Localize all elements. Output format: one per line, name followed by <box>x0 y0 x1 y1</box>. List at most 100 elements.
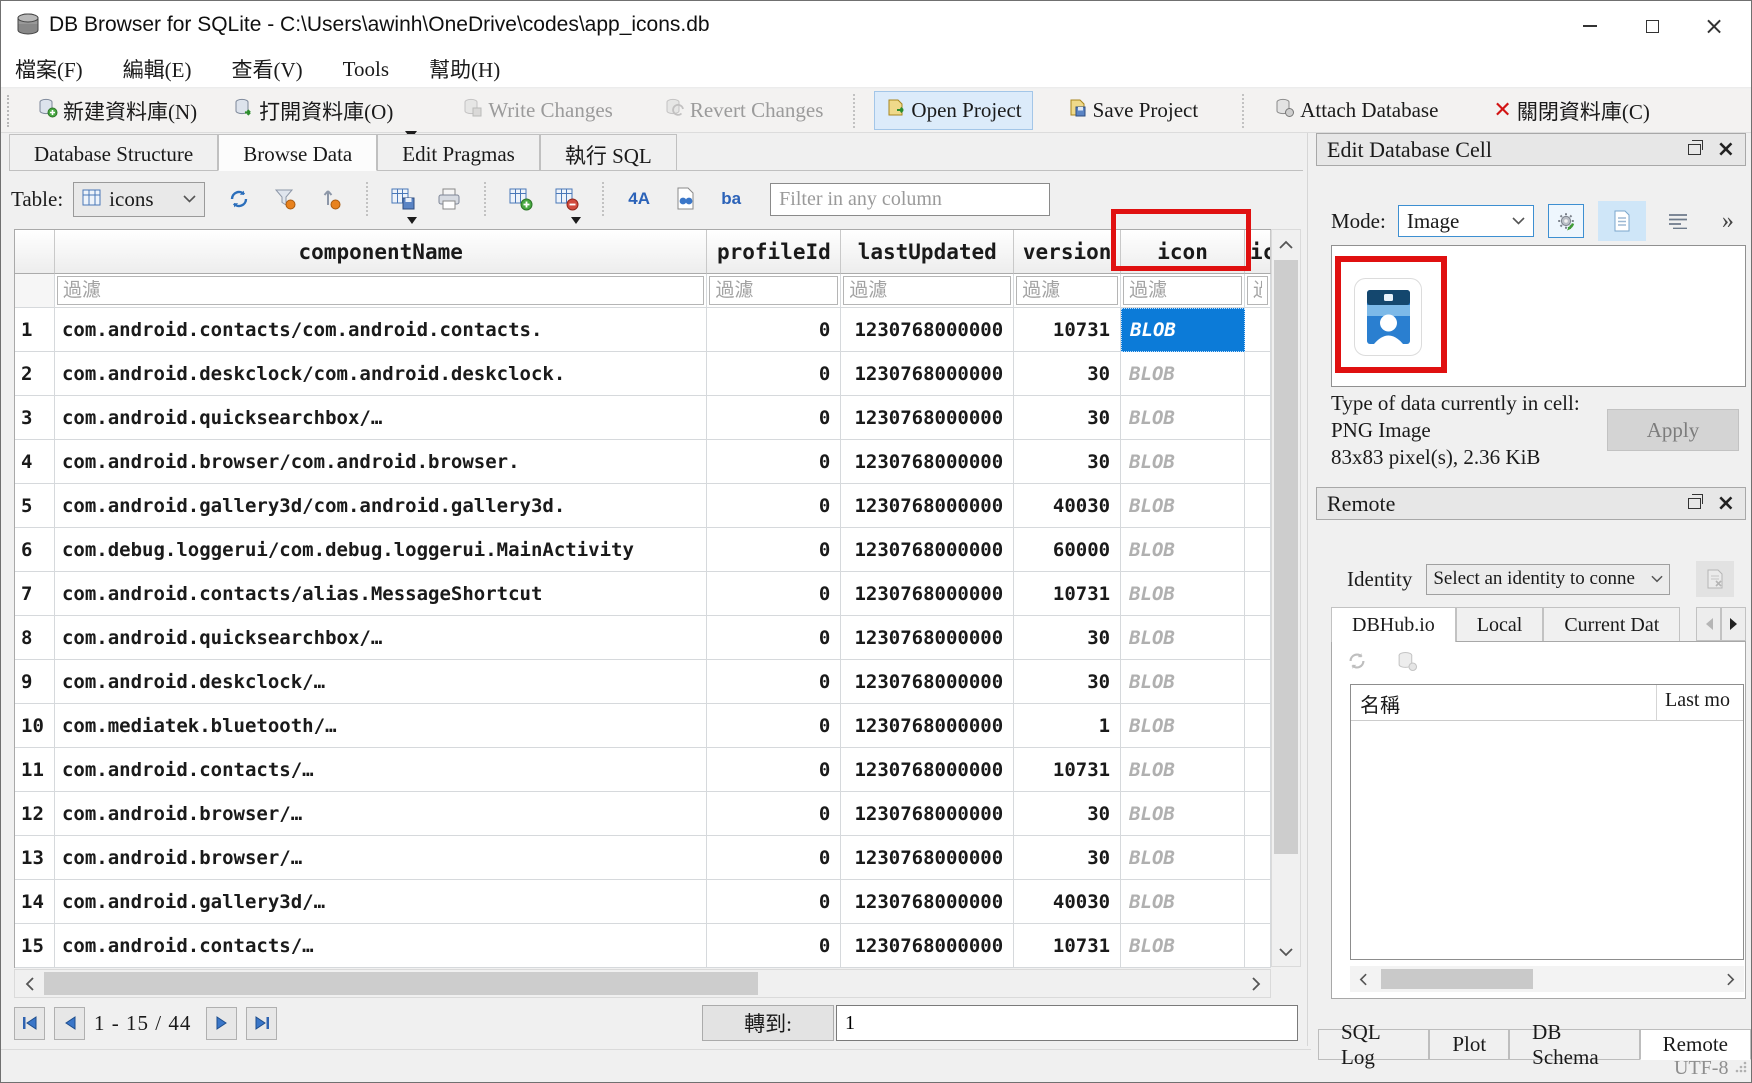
close-panel-icon[interactable]: × <box>1717 493 1735 515</box>
scroll-down-icon[interactable] <box>1272 938 1300 966</box>
filter-input-icon[interactable] <box>1123 276 1242 305</box>
cell-lastUpdated[interactable]: 1230768000000 <box>841 704 1014 748</box>
cell-lastUpdated[interactable]: 1230768000000 <box>841 440 1014 484</box>
cell-clipped[interactable] <box>1245 396 1271 440</box>
corner-header-cell[interactable] <box>15 230 55 274</box>
first-page-button[interactable] <box>14 1007 45 1040</box>
menu-item-2[interactable]: 查看(V) <box>232 54 303 84</box>
close-button[interactable]: × <box>1683 1 1745 51</box>
dock-tab-plot[interactable]: Plot <box>1429 1029 1509 1060</box>
cell-componentName[interactable]: com.mediatek.bluetooth/… <box>55 704 707 748</box>
filter-input-componentName[interactable] <box>57 276 704 305</box>
row-number[interactable]: 1 <box>15 308 55 352</box>
cell-componentName[interactable]: com.android.browser/com.android.browser. <box>55 440 707 484</box>
goto-record-button[interactable]: 轉到: <box>702 1005 834 1041</box>
cell-version[interactable]: 40030 <box>1014 484 1121 528</box>
menu-item-1[interactable]: 編輯(E) <box>123 54 192 84</box>
cell-version[interactable]: 30 <box>1014 440 1121 484</box>
row-number[interactable]: 7 <box>15 572 55 616</box>
previous-page-button[interactable] <box>54 1007 85 1040</box>
row-number[interactable]: 12 <box>15 792 55 836</box>
identity-select[interactable]: Select an identity to conne <box>1426 564 1670 595</box>
grid-vertical-scroll-thumb[interactable] <box>1274 260 1298 854</box>
tab-scroll-left-button[interactable] <box>1696 607 1721 641</box>
cell-profileId[interactable]: 0 <box>707 748 841 792</box>
row-number[interactable]: 13 <box>15 836 55 880</box>
save-project-button[interactable]: Save Project <box>1056 91 1210 130</box>
identity-certificate-button[interactable] <box>1696 561 1734 597</box>
cell-icon[interactable]: BLOB <box>1121 528 1245 572</box>
cell-icon[interactable]: BLOB <box>1121 352 1245 396</box>
insert-record-button[interactable] <box>505 183 537 215</box>
cell-clipped[interactable] <box>1245 352 1271 396</box>
toolbar-drag-handle[interactable] <box>7 95 11 127</box>
column-header-version[interactable]: version <box>1014 230 1121 274</box>
cell-componentName[interactable]: com.android.contacts/com.android.contact… <box>55 308 707 352</box>
cell-version[interactable]: 40030 <box>1014 880 1121 924</box>
row-number[interactable]: 2 <box>15 352 55 396</box>
cell-profileId[interactable]: 0 <box>707 396 841 440</box>
cell-componentName[interactable]: com.debug.loggerui/com.debug.loggerui.Ma… <box>55 528 707 572</box>
cell-version[interactable]: 30 <box>1014 660 1121 704</box>
open-database-button[interactable]: 打開資料庫(O) <box>222 90 404 132</box>
tab-執行-sql[interactable]: 執行 SQL <box>540 134 677 170</box>
cell-profileId[interactable]: 0 <box>707 308 841 352</box>
cell-clipped[interactable] <box>1245 748 1271 792</box>
cell-profileId[interactable]: 0 <box>707 616 841 660</box>
column-header-componentName[interactable]: componentName <box>55 230 707 274</box>
cell-lastUpdated[interactable]: 1230768000000 <box>841 396 1014 440</box>
dock-tab-sql-log[interactable]: SQL Log <box>1318 1029 1429 1060</box>
cell-profileId[interactable]: 0 <box>707 352 841 396</box>
last-page-button[interactable] <box>246 1007 277 1040</box>
cell-clipped[interactable] <box>1245 836 1271 880</box>
row-number[interactable]: 9 <box>15 660 55 704</box>
cell-icon[interactable]: BLOB <box>1121 616 1245 660</box>
close-database-button[interactable]: ✕ 關閉資料庫(C) <box>1482 90 1660 132</box>
find-in-table-button[interactable] <box>669 183 701 215</box>
cell-profileId[interactable]: 0 <box>707 880 841 924</box>
menu-item-3[interactable]: Tools <box>343 57 389 82</box>
tab-browse-data[interactable]: Browse Data <box>218 134 377 171</box>
cell-version[interactable]: 30 <box>1014 352 1121 396</box>
cell-componentName[interactable]: com.android.deskclock/com.android.deskcl… <box>55 352 707 396</box>
cell-version[interactable]: 30 <box>1014 792 1121 836</box>
cell-version[interactable]: 30 <box>1014 836 1121 880</box>
cell-icon[interactable]: BLOB <box>1121 704 1245 748</box>
cell-profileId[interactable]: 0 <box>707 572 841 616</box>
row-number[interactable]: 4 <box>15 440 55 484</box>
cell-componentName[interactable]: com.android.browser/… <box>55 792 707 836</box>
cell-clipped[interactable] <box>1245 792 1271 836</box>
cell-lastUpdated[interactable]: 1230768000000 <box>841 572 1014 616</box>
remote-scroll-thumb[interactable] <box>1381 969 1533 989</box>
menu-item-4[interactable]: 幫助(H) <box>429 54 500 84</box>
cell-lastUpdated[interactable]: 1230768000000 <box>841 836 1014 880</box>
cell-profileId[interactable]: 0 <box>707 528 841 572</box>
save-results-button[interactable] <box>387 183 419 215</box>
goto-record-input[interactable] <box>836 1005 1298 1041</box>
cell-version[interactable]: 30 <box>1014 396 1121 440</box>
cell-lastUpdated[interactable]: 1230768000000 <box>841 792 1014 836</box>
apply-button[interactable]: Apply <box>1607 409 1739 451</box>
write-changes-button[interactable]: Write Changes <box>451 91 624 130</box>
cell-componentName[interactable]: com.android.contacts/… <box>55 924 707 968</box>
remote-horizontal-scrollbar[interactable] <box>1350 966 1744 992</box>
cell-icon[interactable]: BLOB <box>1121 484 1245 528</box>
resize-columns-button[interactable]: 4A <box>623 183 655 215</box>
cell-lastUpdated[interactable]: 1230768000000 <box>841 528 1014 572</box>
delete-record-dropdown-icon[interactable] <box>571 217 581 224</box>
cell-componentName[interactable]: com.android.browser/… <box>55 836 707 880</box>
scroll-right-icon[interactable] <box>1242 970 1270 997</box>
cell-icon[interactable]: BLOB <box>1121 396 1245 440</box>
tab-scroll-right-button[interactable] <box>1721 607 1746 641</box>
float-panel-icon[interactable] <box>1688 498 1701 509</box>
cell-version[interactable]: 1 <box>1014 704 1121 748</box>
cell-profileId[interactable]: 0 <box>707 484 841 528</box>
row-number[interactable]: 8 <box>15 616 55 660</box>
more-tools-button[interactable]: » <box>1710 204 1746 238</box>
dock-tab-db-schema[interactable]: DB Schema <box>1509 1029 1640 1060</box>
refresh-button[interactable] <box>223 183 255 215</box>
cell-componentName[interactable]: com.android.contacts/alias.MessageShortc… <box>55 572 707 616</box>
cell-profileId[interactable]: 0 <box>707 660 841 704</box>
cell-componentName[interactable]: com.android.gallery3d/… <box>55 880 707 924</box>
attach-database-button[interactable]: Attach Database <box>1263 91 1449 130</box>
